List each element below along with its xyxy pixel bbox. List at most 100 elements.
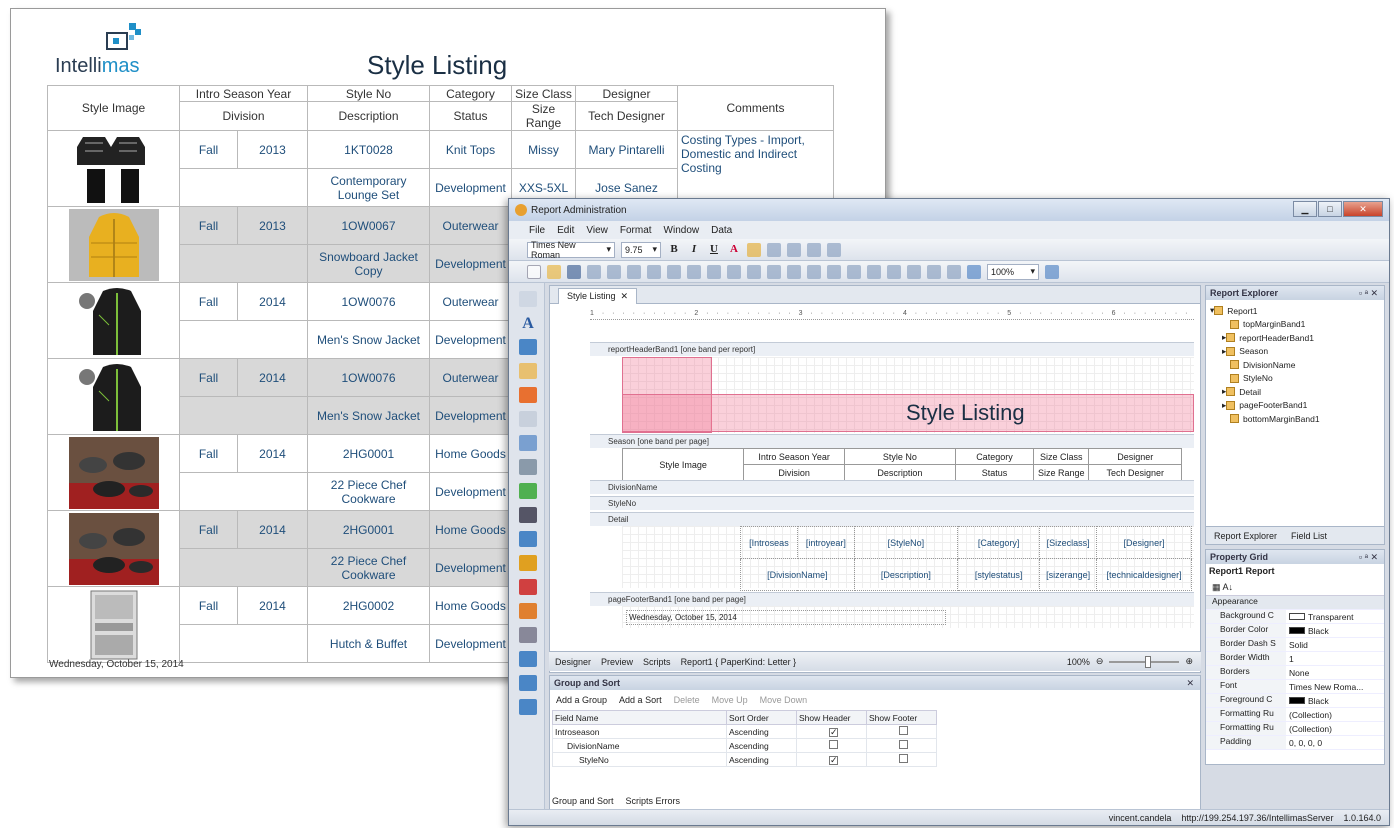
dh-tech[interactable]: Tech Designer xyxy=(1088,464,1182,481)
zoom-out-icon[interactable] xyxy=(967,264,981,279)
tab-group-and-sort[interactable]: Group and Sort xyxy=(552,796,614,806)
sort-alpha-icon[interactable]: A↓ xyxy=(1223,582,1234,592)
zoom-slider[interactable] xyxy=(1109,655,1180,668)
menu-file[interactable]: File xyxy=(529,225,545,236)
justify-icon[interactable] xyxy=(827,242,841,257)
copy-icon[interactable] xyxy=(607,264,621,279)
panel-close-icon[interactable]: ✕ xyxy=(1186,676,1194,690)
menu-format[interactable]: Format xyxy=(620,225,652,236)
tree-node-reportheader[interactable]: ▸ reportHeaderBand1 xyxy=(1210,331,1384,345)
font-name-select[interactable]: Times New Roman ▾ xyxy=(527,240,615,260)
field-sizerange[interactable]: [sizerange] xyxy=(1039,558,1098,591)
property-row[interactable]: Background C Transparent xyxy=(1206,610,1384,624)
add-group-button[interactable]: Add a Group xyxy=(556,695,607,705)
pagebreak-tool-icon[interactable] xyxy=(519,675,537,691)
label-tool-icon[interactable]: A xyxy=(519,315,537,332)
property-row[interactable]: Border Dash S Solid xyxy=(1206,638,1384,652)
undo-icon[interactable] xyxy=(647,264,661,279)
new-icon[interactable] xyxy=(527,264,541,279)
table-tool-icon[interactable] xyxy=(519,435,537,451)
minimize-button[interactable]: ▁ xyxy=(1293,201,1317,217)
zipcode-tool-icon[interactable] xyxy=(519,531,537,547)
property-row[interactable]: Formatting Ru (Collection) xyxy=(1206,708,1384,722)
font-color-icon[interactable]: A xyxy=(727,243,741,257)
tab-style-listing[interactable]: Style Listing ✕ xyxy=(558,287,638,304)
shape-tool-icon[interactable] xyxy=(519,483,537,499)
designer-tab[interactable]: Designer xyxy=(555,657,591,667)
chart-tool-icon[interactable] xyxy=(519,555,537,571)
line-tool-icon[interactable] xyxy=(519,459,537,475)
picture-tool-icon[interactable] xyxy=(519,387,537,403)
field-division[interactable]: [DivisionName] xyxy=(740,558,855,591)
scripts-tab[interactable]: Scripts xyxy=(643,657,671,667)
field-description[interactable]: [Description] xyxy=(853,558,959,591)
tab-field-list[interactable]: Field List xyxy=(1291,531,1327,541)
crossband-line-tool-icon[interactable] xyxy=(519,699,537,715)
property-row[interactable]: Borders None xyxy=(1206,666,1384,680)
tab-scripts-errors[interactable]: Scripts Errors xyxy=(626,796,681,806)
align-right-icon[interactable] xyxy=(807,242,821,257)
redo-icon[interactable] xyxy=(667,264,681,279)
panel-tool-icon[interactable] xyxy=(519,411,537,427)
bold-icon[interactable]: B xyxy=(667,243,681,257)
cut-icon[interactable] xyxy=(587,264,601,279)
gauge-tool-icon[interactable] xyxy=(519,603,537,619)
close-button[interactable]: ✕ xyxy=(1343,201,1383,217)
tree-node-season[interactable]: ▸ Season xyxy=(1210,345,1384,359)
field-introyear[interactable]: [introyear] xyxy=(796,526,855,559)
table-row[interactable]: DivisionName Ascending xyxy=(552,738,937,753)
align-center-icon[interactable] xyxy=(787,242,801,257)
align-rights-icon[interactable] xyxy=(747,264,761,279)
show-header-checkbox[interactable]: ✓ xyxy=(829,727,838,737)
show-footer-checkbox[interactable] xyxy=(899,726,908,735)
field-styleno[interactable]: [StyleNo] xyxy=(853,526,959,559)
field-designer[interactable]: [Designer] xyxy=(1096,526,1192,559)
tab-report-explorer[interactable]: Report Explorer xyxy=(1214,531,1277,541)
property-row[interactable]: Foreground C Black xyxy=(1206,694,1384,708)
align-lefts-icon[interactable] xyxy=(707,264,721,279)
align-to-grid-icon[interactable] xyxy=(687,264,701,279)
property-row[interactable]: Border Color Black xyxy=(1206,624,1384,638)
menu-edit[interactable]: Edit xyxy=(557,225,574,236)
show-footer-checkbox[interactable] xyxy=(899,754,908,763)
v-spacing-icon[interactable] xyxy=(907,264,921,279)
barcode-tool-icon[interactable] xyxy=(519,507,537,523)
send-back-icon[interactable] xyxy=(947,264,961,279)
field-sizeclass[interactable]: [Sizeclass] xyxy=(1039,526,1098,559)
richtext-tool-icon[interactable] xyxy=(519,363,537,379)
move-down-button[interactable]: Move Down xyxy=(760,695,808,705)
band-detail[interactable]: Detail xyxy=(590,512,1194,526)
dh-style-no[interactable]: Style No xyxy=(843,448,956,465)
zoom-minus-icon[interactable]: ⊖ xyxy=(1096,656,1104,667)
zoom-in-icon[interactable] xyxy=(1045,264,1059,279)
same-width-icon[interactable] xyxy=(827,264,841,279)
table-row[interactable]: StyleNo Ascending ✓ xyxy=(552,752,937,767)
property-row[interactable]: Padding 0, 0, 0, 0 xyxy=(1206,736,1384,750)
zoom-plus-icon[interactable]: ⊕ xyxy=(1185,656,1193,667)
tree-node-topmargin[interactable]: topMarginBand1 xyxy=(1210,318,1384,332)
save-icon[interactable] xyxy=(567,264,581,279)
band-styleno[interactable]: StyleNo xyxy=(590,496,1194,510)
show-header-checkbox[interactable]: ✓ xyxy=(829,755,838,765)
underline-icon[interactable]: U xyxy=(707,243,721,257)
subreport-tool-icon[interactable] xyxy=(519,627,537,643)
move-up-button[interactable]: Move Up xyxy=(712,695,748,705)
property-row[interactable]: Border Width 1 xyxy=(1206,652,1384,666)
delete-button[interactable]: Delete xyxy=(674,695,700,705)
categorized-icon[interactable]: ▦ xyxy=(1212,582,1221,592)
open-icon[interactable] xyxy=(547,264,561,279)
property-row[interactable]: Formatting Ru (Collection) xyxy=(1206,722,1384,736)
field-introseas[interactable]: [Introseas xyxy=(740,526,798,559)
band-report-header[interactable]: reportHeaderBand1 [one band per report] xyxy=(590,342,1194,356)
align-tops-icon[interactable] xyxy=(767,264,781,279)
align-middles-icon[interactable] xyxy=(787,264,801,279)
band-division[interactable]: DivisionName xyxy=(590,480,1194,494)
panel-close-icon[interactable]: ▫ ᵃ ✕ xyxy=(1359,550,1378,564)
property-category-appearance[interactable]: Appearance xyxy=(1206,596,1384,610)
italic-icon[interactable]: I xyxy=(687,243,701,257)
selected-object-select[interactable]: Report1 Report xyxy=(1206,564,1384,578)
footer-date-field[interactable]: Wednesday, October 15, 2014 xyxy=(626,610,946,625)
font-size-select[interactable]: 9.75 ▾ xyxy=(621,241,661,258)
align-bottoms-icon[interactable] xyxy=(807,264,821,279)
paste-icon[interactable] xyxy=(627,264,641,279)
